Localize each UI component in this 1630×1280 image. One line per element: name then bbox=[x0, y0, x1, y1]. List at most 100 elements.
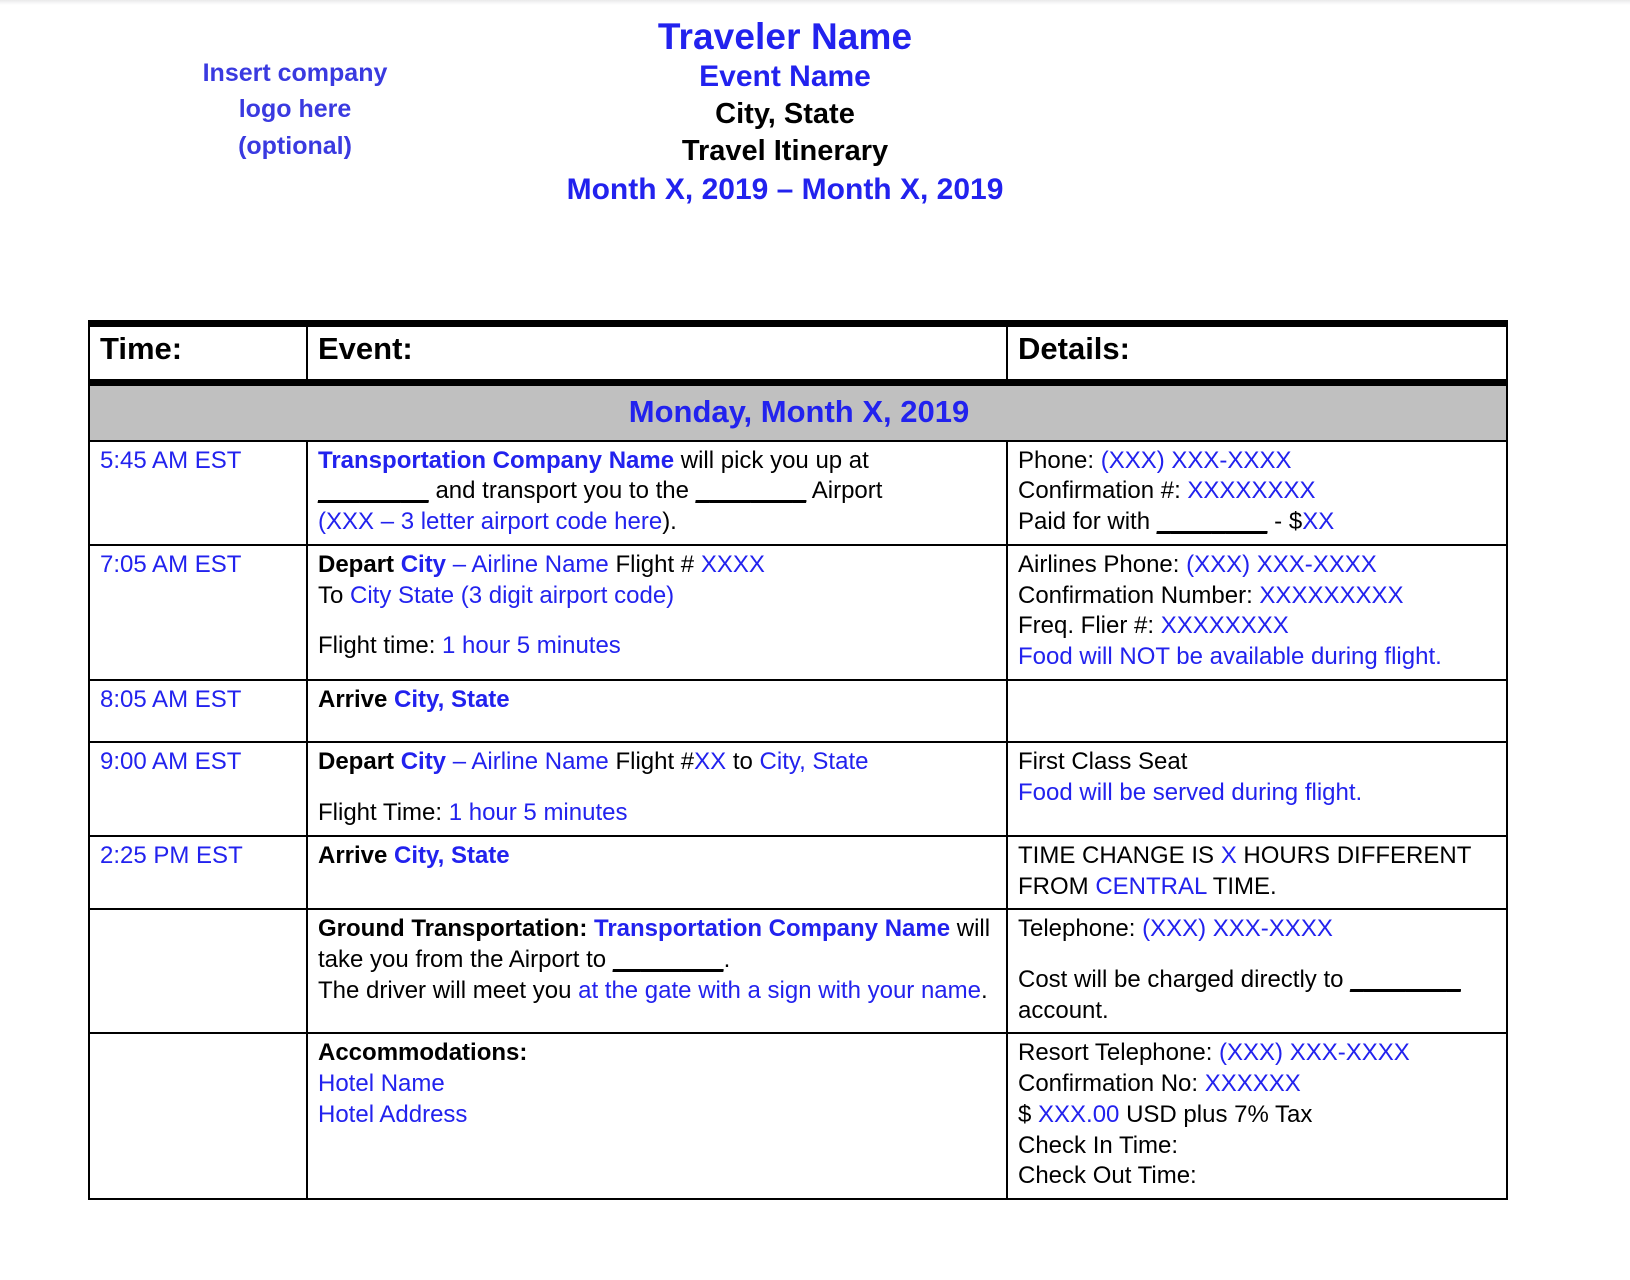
table-row: Accommodations: Hotel Name Hotel Address… bbox=[88, 1032, 1508, 1201]
telephone-label: Telephone: bbox=[1018, 915, 1143, 943]
pickup-location-blank bbox=[318, 477, 429, 504]
row-event: Arrive City, State bbox=[306, 678, 1008, 744]
destination-line: To City State (3 digit airport code) bbox=[318, 581, 998, 612]
payment-line: Paid for with - $XX bbox=[1018, 507, 1498, 538]
ground-transport-company: Transportation Company Name bbox=[594, 915, 951, 943]
currency-symbol: $ bbox=[1018, 1100, 1039, 1128]
row-details: TIME CHANGE IS X HOURS DIFFERENT FROM CE… bbox=[1006, 834, 1508, 911]
row-event: Transportation Company Name will pick yo… bbox=[306, 439, 1008, 546]
cost-account-word: account. bbox=[1018, 996, 1109, 1024]
confirmation-line: Confirmation Number: XXXXXXXXX bbox=[1018, 581, 1498, 612]
row-time bbox=[88, 1032, 308, 1201]
flight-label: Flight # bbox=[608, 748, 695, 776]
flight-number: XX bbox=[694, 748, 727, 776]
row-event: Accommodations: Hotel Name Hotel Address bbox=[306, 1032, 1008, 1201]
row-event: Depart City – Airline Name Flight #XX to… bbox=[306, 741, 1008, 837]
frequent-flier-line: Freq. Flier #: XXXXXXXX bbox=[1018, 611, 1498, 642]
row-time: 7:05 AM EST bbox=[88, 543, 308, 681]
confirmation-value: XXXXXXXXX bbox=[1259, 581, 1404, 609]
payment-blank bbox=[1157, 508, 1268, 535]
arrive-line: Arrive City, State bbox=[318, 841, 998, 872]
confirmation-label: Confirmation #: bbox=[1018, 477, 1188, 505]
table-row: 5:45 AM EST Transportation Company Name … bbox=[88, 439, 1508, 546]
event-name: Event Name bbox=[699, 60, 871, 94]
cost-account-blank bbox=[1350, 966, 1461, 993]
confirmation-label: Confirmation No: bbox=[1018, 1070, 1205, 1098]
pickup-location-line: and transport you to the Airport bbox=[318, 476, 998, 507]
title-block: Traveler Name Event Name City, State Tra… bbox=[430, 16, 1140, 206]
dropoff-blank bbox=[613, 946, 724, 973]
airline-phone-value: (XXX) XXX-XXXX bbox=[1186, 550, 1377, 578]
arrive-city-state: City, State bbox=[394, 685, 510, 713]
table-row: 8:05 AM EST Arrive City, State bbox=[88, 678, 1508, 744]
depart-line: Depart City – Airline Name Flight # XXXX bbox=[318, 550, 998, 581]
confirmation-label: Confirmation Number: bbox=[1018, 581, 1260, 609]
page-title: Travel Itinerary bbox=[681, 134, 889, 167]
price-value: XXX.00 bbox=[1038, 1100, 1120, 1128]
price-suffix: USD plus 7% Tax bbox=[1119, 1100, 1313, 1128]
table-row: 2:25 PM EST Arrive City, State TIME CHAN… bbox=[88, 834, 1508, 911]
food-note: Food will NOT be available during flight… bbox=[1018, 642, 1442, 670]
row-time: 9:00 AM EST bbox=[88, 741, 308, 837]
check-in-label: Check In Time: bbox=[1018, 1131, 1179, 1159]
flight-time-line: Flight time: 1 hour 5 minutes bbox=[318, 631, 998, 662]
column-header-time: Time: bbox=[88, 320, 308, 386]
transport-text: and transport you to the bbox=[428, 477, 696, 505]
time-change-hours: X bbox=[1220, 841, 1237, 869]
resort-telephone-line: Resort Telephone: (XXX) XXX-XXXX bbox=[1018, 1038, 1498, 1069]
table-row: 7:05 AM EST Depart City – Airline Name F… bbox=[88, 543, 1508, 681]
frequent-flier-value: XXXXXXXX bbox=[1160, 612, 1289, 640]
row-time bbox=[88, 908, 308, 1035]
pickup-text: will pick you up at bbox=[674, 446, 869, 474]
row-time: 2:25 PM EST bbox=[88, 834, 308, 911]
table-row: 9:00 AM EST Depart City – Airline Name F… bbox=[88, 741, 1508, 837]
arrive-line: Arrive City, State bbox=[318, 685, 998, 716]
to-label: to bbox=[726, 748, 760, 776]
driver-period: . bbox=[980, 976, 988, 1004]
flight-time-label: Flight Time: bbox=[318, 799, 449, 827]
row-details: First Class Seat Food will be served dur… bbox=[1006, 741, 1508, 837]
driver-line: The driver will meet you at the gate wit… bbox=[318, 976, 998, 1007]
arrive-city-state: City, State bbox=[394, 841, 510, 869]
document-header: Insert company logo here (optional) Trav… bbox=[0, 0, 1630, 240]
traveler-name: Traveler Name bbox=[657, 16, 913, 57]
payment-separator: - $ bbox=[1267, 508, 1303, 536]
airport-blank bbox=[696, 477, 807, 504]
payment-amount: XX bbox=[1302, 508, 1335, 536]
depart-city: City bbox=[400, 748, 447, 776]
column-header-event: Event: bbox=[306, 320, 1008, 386]
itinerary-table: Time: Event: Details: Monday, Month X, 2… bbox=[88, 320, 1508, 1201]
payment-label: Paid for with bbox=[1018, 508, 1157, 536]
cost-text: Cost will be charged directly to bbox=[1018, 966, 1351, 994]
destination-city: City, State bbox=[759, 748, 869, 776]
time-change-suffix: TIME. bbox=[1206, 872, 1277, 900]
flight-time-value: 1 hour 5 minutes bbox=[442, 632, 621, 660]
row-event: Ground Transportation: Transportation Co… bbox=[306, 908, 1008, 1035]
row-details-empty bbox=[1006, 678, 1508, 744]
resort-telephone-value: (XXX) XXX-XXXX bbox=[1219, 1039, 1410, 1067]
logo-placeholder-line-2: logo here bbox=[238, 95, 352, 124]
accommodations-label: Accommodations: bbox=[318, 1039, 528, 1067]
ground-transport-label: Ground Transportation: bbox=[318, 915, 594, 943]
day-banner-row: Monday, Month X, 2019 bbox=[88, 382, 1508, 442]
date-range: Month X, 2019 – Month X, 2019 bbox=[566, 172, 1004, 206]
dropoff-period: . bbox=[723, 946, 731, 974]
row-event: Depart City – Airline Name Flight # XXXX… bbox=[306, 543, 1008, 681]
logo-placeholder-line-1: Insert company bbox=[202, 59, 388, 87]
food-note: Food will be served during flight. bbox=[1018, 779, 1363, 807]
flight-label: Flight # bbox=[608, 550, 701, 578]
airline-name: – Airline Name bbox=[446, 748, 609, 776]
phone-line: Phone: (XXX) XXX-XXXX bbox=[1018, 446, 1498, 477]
airline-name: – Airline Name bbox=[446, 550, 609, 578]
column-header-details: Details: bbox=[1006, 320, 1508, 386]
confirmation-line: Confirmation #: XXXXXXXX bbox=[1018, 476, 1498, 507]
row-details: Resort Telephone: (XXX) XXX-XXXX Confirm… bbox=[1006, 1032, 1508, 1201]
frequent-flier-label: Freq. Flier #: bbox=[1018, 612, 1161, 640]
flight-time-line: Flight Time: 1 hour 5 minutes bbox=[318, 798, 998, 829]
depart-line: Depart City – Airline Name Flight #XX to… bbox=[318, 747, 998, 778]
flight-number: XXXX bbox=[700, 550, 765, 578]
confirmation-line: Confirmation No: XXXXXX bbox=[1018, 1069, 1498, 1100]
